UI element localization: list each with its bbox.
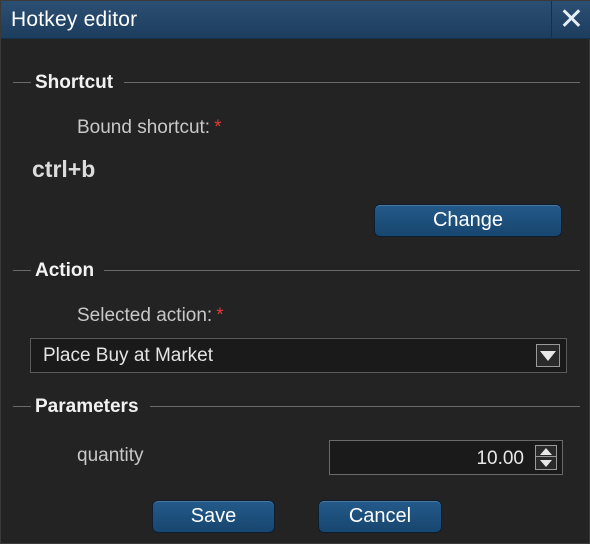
save-button[interactable]: Save xyxy=(152,500,275,533)
quantity-label: quantity xyxy=(77,445,144,466)
parameters-divider-right xyxy=(150,406,580,407)
dropdown-button[interactable] xyxy=(536,344,560,367)
bound-shortcut-label-text: Bound shortcut: xyxy=(77,117,211,138)
quantity-value[interactable]: 10.00 xyxy=(476,448,524,470)
change-button[interactable]: Change xyxy=(374,204,562,237)
decrement-button[interactable] xyxy=(536,458,556,469)
shortcut-divider-right xyxy=(124,82,580,83)
quantity-stepper[interactable]: 10.00 xyxy=(329,440,563,475)
bound-shortcut-label: Bound shortcut: * xyxy=(77,117,222,139)
title-bar[interactable]: Hotkey editor ✕ xyxy=(1,1,590,39)
shortcut-value: ctrl+b xyxy=(32,156,96,182)
required-marker: * xyxy=(216,305,224,326)
chevron-up-icon xyxy=(540,447,552,455)
close-button[interactable]: ✕ xyxy=(551,1,590,39)
quantity-spin-buttons xyxy=(535,445,557,470)
selected-action-label: Selected action: * xyxy=(77,305,224,327)
required-marker: * xyxy=(214,117,222,138)
action-section-title: Action xyxy=(35,260,95,281)
parameters-divider-left xyxy=(13,406,31,407)
dialog-title: Hotkey editor xyxy=(11,8,138,31)
selected-action-label-text: Selected action: xyxy=(77,305,213,326)
shortcut-divider-left xyxy=(13,82,31,83)
action-select-value: Place Buy at Market xyxy=(43,345,214,366)
chevron-down-icon xyxy=(540,460,552,467)
cancel-button[interactable]: Cancel xyxy=(318,500,442,533)
chevron-down-icon xyxy=(540,350,556,361)
hotkey-editor-dialog: Hotkey editor ✕ Shortcut Bound shortcut:… xyxy=(0,0,590,544)
shortcut-section-title: Shortcut xyxy=(35,72,114,93)
action-divider-right xyxy=(104,270,580,271)
parameters-section-title: Parameters xyxy=(35,396,139,417)
action-select[interactable]: Place Buy at Market xyxy=(30,338,567,373)
close-icon: ✕ xyxy=(558,3,585,36)
action-divider-left xyxy=(13,270,31,271)
increment-button[interactable] xyxy=(536,446,556,457)
